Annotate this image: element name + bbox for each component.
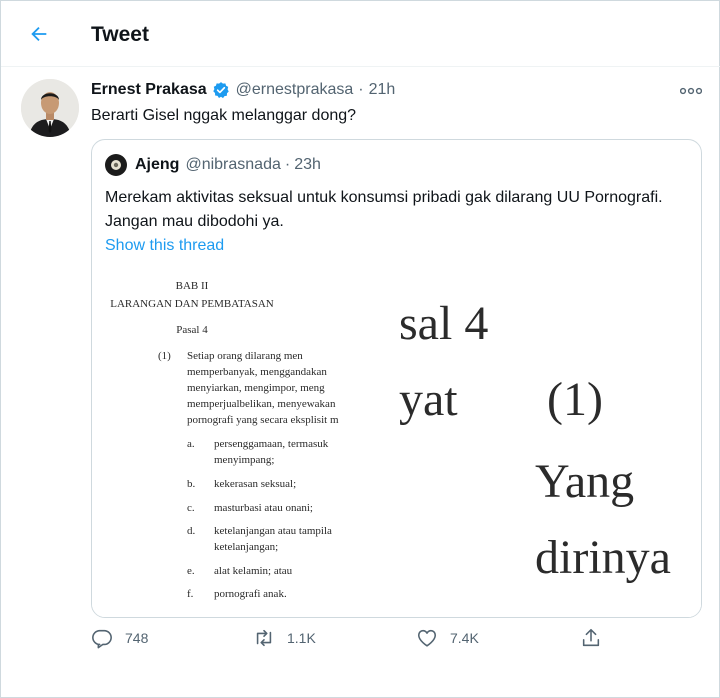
reply-icon: [92, 629, 112, 649]
doc-article: Pasal 4: [176, 324, 208, 336]
reply-button[interactable]: 748: [91, 627, 148, 649]
doc-clause-line: pornografi yang secara eksplisit m: [187, 414, 339, 426]
doc-item-letter: a.: [187, 438, 195, 450]
doc-item-letter: d.: [187, 525, 196, 537]
tweet-text: Berarti Gisel nggak melanggar dong?: [91, 107, 357, 124]
quoted-tweet-text: Merekam aktivitas seksual untuk konsumsi…: [105, 189, 663, 230]
retweet-count: 1.1K: [287, 630, 316, 646]
zoomed-document-crop: sal 4 yat (1) Yang dirinya: [397, 268, 701, 617]
like-count: 7.4K: [450, 630, 479, 646]
retweet-icon: [256, 629, 272, 647]
doc-clause-line: Setiap orang dilarang men: [187, 350, 303, 362]
doc-clause-line: menyiarkan, mengimpor, meng: [187, 382, 325, 394]
more-options-button[interactable]: [673, 81, 709, 101]
author-avatar[interactable]: [21, 79, 79, 137]
tweet-author-line: Ernest Prakasa @ernestprakasa · 21h: [91, 81, 395, 99]
retweet-button[interactable]: 1.1K: [253, 627, 316, 649]
avatar-image: [21, 79, 79, 137]
page-header: Tweet: [1, 1, 720, 67]
like-button[interactable]: 7.4K: [416, 627, 479, 649]
tweet-actions-bar: 748 1.1K 7.4K: [91, 627, 611, 661]
quoted-meta-separator: ·: [284, 156, 291, 173]
back-arrow-icon: [31, 26, 47, 42]
quoted-tweet[interactable]: Ajeng @nibrasnada · 23h Merekam aktivita…: [91, 139, 702, 618]
doc-item-text: persenggamaan, termasuk: [214, 438, 329, 450]
quoted-tweet-timestamp[interactable]: 23h: [294, 156, 321, 174]
doc-clause-line: memperjualbelikan, menyewakan: [187, 398, 336, 410]
doc-item-text: ketelanjangan;: [214, 541, 279, 553]
quoted-avatar-image: [111, 160, 121, 170]
doc-clause-number: (1): [158, 350, 171, 362]
page-title: Tweet: [91, 23, 149, 46]
share-button[interactable]: [580, 627, 614, 649]
doc-item-text: alat kelamin; atau: [214, 565, 293, 577]
doc-item-text: pornografi anak.: [214, 588, 287, 600]
doc-chapter: BAB II: [175, 280, 209, 292]
doc-item-letter: c.: [187, 502, 195, 514]
zoom-text: dirinya: [535, 531, 671, 584]
quoted-author-handle[interactable]: @nibrasnada: [185, 156, 280, 174]
share-icon: [582, 628, 600, 647]
more-icon: [680, 87, 702, 95]
author-name[interactable]: Ernest Prakasa: [91, 81, 207, 99]
zoom-text: Yang: [535, 455, 635, 508]
quoted-tweet-header: Ajeng @nibrasnada · 23h: [105, 154, 321, 176]
law-document-scan: BAB II LARANGAN DAN PEMBATASAN Pasal 4 (…: [92, 268, 397, 617]
author-handle[interactable]: @ernestprakasa: [236, 81, 354, 99]
tweet-page: Tweet Ernest Prakasa @ernestprakasa · 21…: [0, 0, 720, 698]
tweet-timestamp[interactable]: 21h: [369, 81, 396, 99]
doc-item-text: masturbasi atau onani;: [214, 502, 313, 514]
meta-separator: ·: [358, 81, 364, 98]
like-icon: [417, 629, 437, 647]
doc-item-letter: e.: [187, 565, 195, 577]
verified-badge-icon: [212, 81, 230, 99]
doc-item-letter: f.: [187, 588, 194, 600]
doc-chapter-title: LARANGAN DAN PEMBATASAN: [110, 298, 274, 310]
back-button[interactable]: [23, 18, 55, 50]
reply-count: 748: [125, 630, 149, 646]
zoom-text: sal 4: [399, 297, 489, 350]
tweet-media-image[interactable]: BAB II LARANGAN DAN PEMBATASAN Pasal 4 (…: [92, 268, 701, 617]
doc-item-text: menyimpang;: [214, 454, 275, 466]
zoom-text: yat: [399, 373, 458, 426]
quoted-author-avatar[interactable]: [105, 154, 127, 176]
doc-item-text: ketelanjangan atau tampila: [214, 525, 332, 537]
doc-clause-line: memperbanyak, menggandakan: [187, 366, 327, 378]
show-thread-link[interactable]: Show this thread: [105, 237, 224, 255]
quoted-author-name[interactable]: Ajeng: [135, 156, 179, 174]
zoom-text: (1): [547, 373, 603, 426]
doc-item-text: kekerasan seksual;: [214, 478, 297, 490]
doc-item-letter: b.: [187, 478, 196, 490]
